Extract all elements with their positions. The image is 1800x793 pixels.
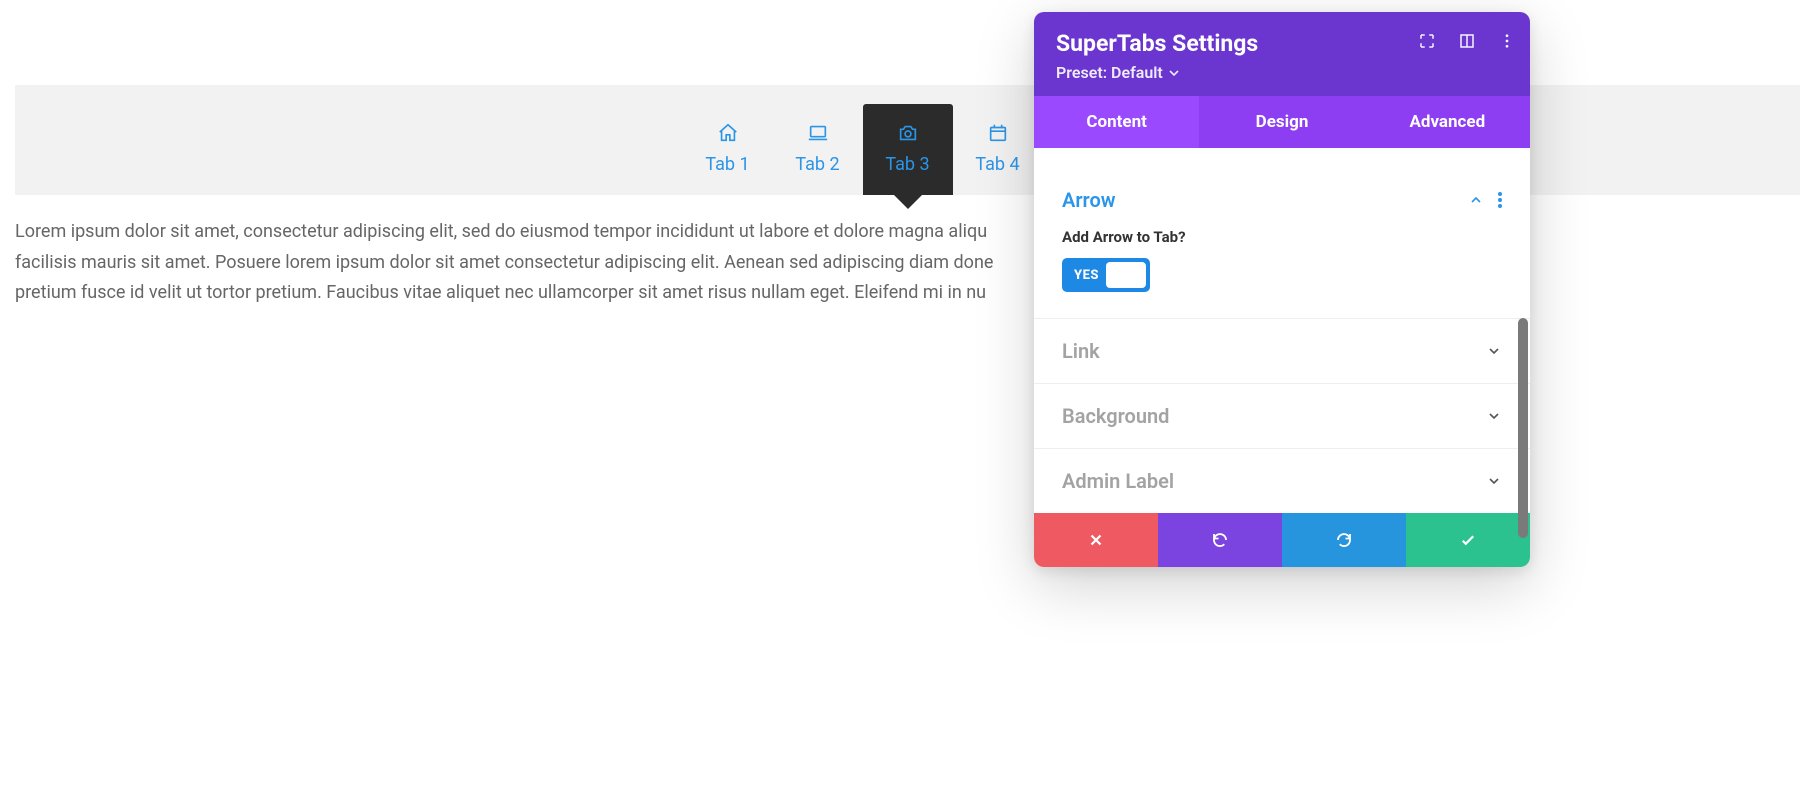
toggle-value: YES — [1062, 268, 1099, 283]
tabs-bar: Tab 1 Tab 2 Tab 3 Tab 4 Tab 5 — [15, 85, 1800, 195]
preset-selector[interactable]: Preset: Default — [1056, 63, 1179, 82]
camera-icon — [897, 122, 919, 144]
tab-label: Tab 3 — [885, 154, 929, 175]
tab-2[interactable]: Tab 2 — [773, 108, 863, 183]
preset-label: Preset: Default — [1056, 63, 1163, 82]
tab-content-text: Lorem ipsum dolor sit amet, consectetur … — [15, 195, 1025, 309]
section-admin-label: Admin Label — [1034, 449, 1530, 513]
panel-tab-advanced[interactable]: Advanced — [1365, 96, 1530, 148]
panel-header: SuperTabs Settings Preset: Default — [1034, 12, 1530, 96]
chevron-down-icon — [1486, 408, 1502, 424]
caret-down-icon — [1169, 68, 1179, 78]
panel-tabs: Content Design Advanced — [1034, 96, 1530, 148]
redo-icon — [1335, 531, 1353, 549]
more-icon[interactable] — [1498, 32, 1516, 50]
section-title: Admin Label — [1062, 469, 1174, 493]
field-label: Add Arrow to Tab? — [1062, 228, 1502, 246]
tab-1[interactable]: Tab 1 — [683, 108, 773, 183]
cancel-button[interactable] — [1034, 513, 1158, 567]
section-arrow-header[interactable]: Arrow — [1062, 188, 1502, 212]
section-arrow: Arrow Add Arrow to Tab? YES — [1034, 168, 1530, 319]
section-title: Arrow — [1062, 188, 1116, 212]
calendar-icon — [987, 122, 1009, 144]
tab-4[interactable]: Tab 4 — [953, 108, 1043, 183]
section-more-icon[interactable] — [1498, 192, 1502, 208]
undo-button[interactable] — [1158, 513, 1282, 567]
panel-tab-content[interactable]: Content — [1034, 96, 1199, 148]
laptop-icon — [807, 122, 829, 144]
columns-icon[interactable] — [1458, 32, 1476, 50]
confirm-button[interactable] — [1406, 513, 1530, 567]
add-arrow-toggle[interactable]: YES — [1062, 258, 1150, 292]
chevron-up-icon — [1468, 192, 1484, 208]
section-background: Background — [1034, 384, 1530, 449]
panel-tab-design[interactable]: Design — [1199, 96, 1364, 148]
section-arrow-body: Add Arrow to Tab? YES — [1062, 212, 1502, 298]
redo-button[interactable] — [1282, 513, 1406, 567]
tab-label: Tab 1 — [705, 154, 749, 175]
check-icon — [1459, 531, 1477, 549]
tabs-preview: Tab 1 Tab 2 Tab 3 Tab 4 Tab 5 — [15, 85, 1800, 309]
expand-icon[interactable] — [1418, 32, 1436, 50]
tab-3[interactable]: Tab 3 — [863, 104, 953, 195]
scrollbar-thumb[interactable] — [1518, 318, 1528, 538]
home-icon — [717, 122, 739, 144]
chevron-down-icon — [1486, 473, 1502, 489]
panel-footer — [1034, 513, 1530, 567]
settings-panel: SuperTabs Settings Preset: Default Conte… — [1034, 12, 1530, 567]
panel-body: Arrow Add Arrow to Tab? YES Link — [1034, 148, 1530, 513]
panel-header-actions — [1418, 32, 1516, 50]
close-icon — [1087, 531, 1105, 549]
section-link-header[interactable]: Link — [1062, 339, 1502, 363]
chevron-down-icon — [1486, 343, 1502, 359]
section-background-header[interactable]: Background — [1062, 404, 1502, 428]
tab-label: Tab 4 — [975, 154, 1019, 175]
toggle-knob — [1106, 262, 1146, 288]
section-link: Link — [1034, 319, 1530, 384]
section-title: Background — [1062, 404, 1169, 428]
undo-icon — [1211, 531, 1229, 549]
section-title: Link — [1062, 339, 1100, 363]
section-admin-label-header[interactable]: Admin Label — [1062, 469, 1502, 493]
tab-label: Tab 2 — [795, 154, 839, 175]
